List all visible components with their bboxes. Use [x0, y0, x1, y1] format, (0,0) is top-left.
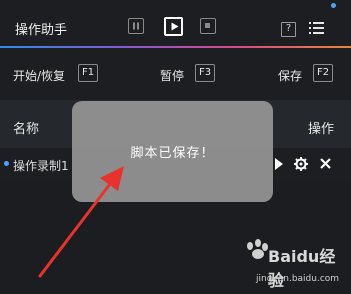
watermark-url: jingyan.baidu.com: [256, 274, 340, 284]
